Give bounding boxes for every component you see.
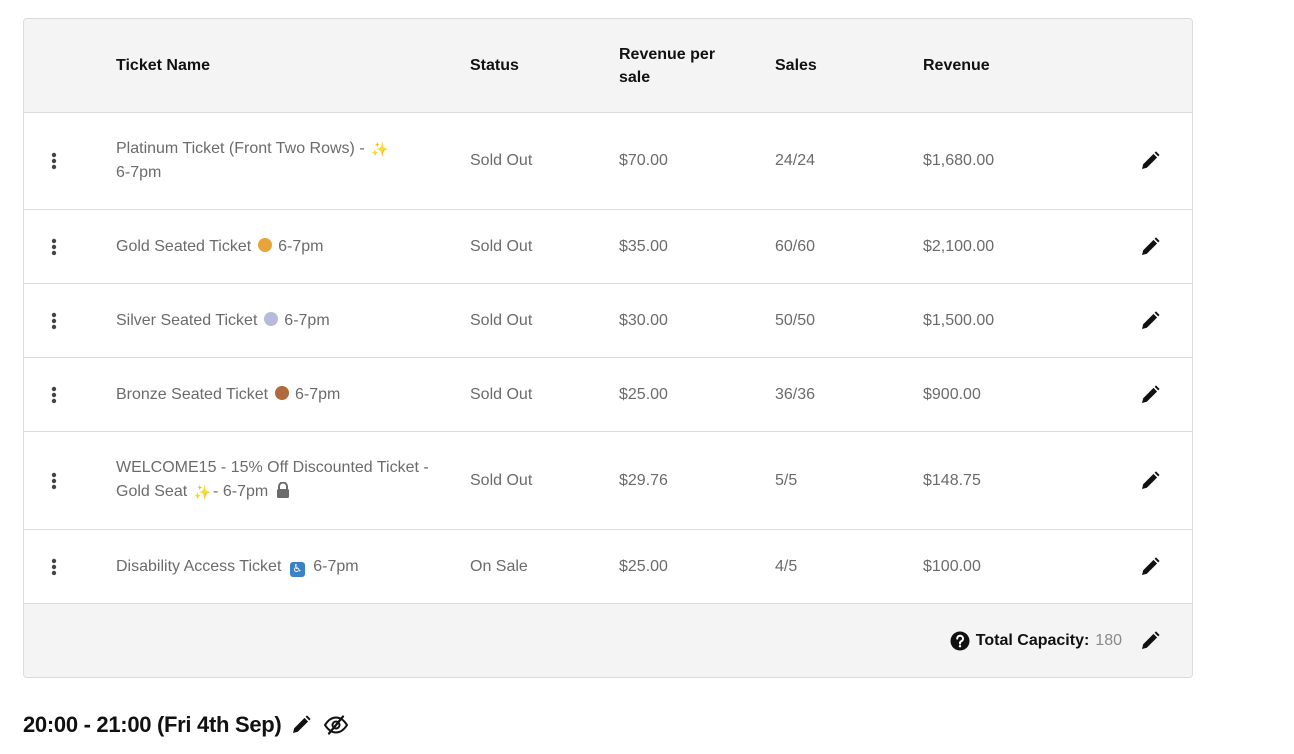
ticket-revenue-per-sale: $35.00: [619, 237, 668, 255]
ticket-revenue-per-sale: $30.00: [619, 311, 668, 329]
total-capacity-label: Total Capacity:: [975, 631, 1090, 649]
drag-handle-icon[interactable]: [46, 432, 62, 529]
ticket-name: Disability Access Ticket ♿ 6-7pm: [116, 530, 446, 603]
ticket-revenue-per-sale: $25.00: [619, 385, 668, 403]
ticket-status: Sold Out: [470, 385, 533, 403]
total-capacity-value: 180: [1095, 631, 1122, 649]
ticket-name: Bronze Seated Ticket 6-7pm: [116, 358, 446, 431]
lock-icon: [276, 481, 290, 506]
ticket-name-text: WELCOME15 - 15% Off Discounted Ticket - …: [116, 458, 429, 500]
ticket-status: On Sale: [470, 557, 528, 575]
drag-handle-icon[interactable]: [46, 113, 62, 209]
eye-slash-icon[interactable]: [323, 715, 349, 735]
drag-handle-icon[interactable]: [46, 210, 62, 283]
ticket-revenue-per-sale: $25.00: [619, 557, 668, 575]
table-row: Silver Seated Ticket 6-7pm Sold Out $30.…: [24, 284, 1192, 358]
time-slot-heading: 20:00 - 21:00 (Fri 4th Sep): [23, 712, 349, 738]
ticket-status: Sold Out: [470, 237, 533, 255]
ticket-sales: 36/36: [775, 385, 816, 403]
header-ticket-name: Ticket Name: [116, 57, 210, 74]
edit-ticket-pencil-icon[interactable]: [1138, 530, 1162, 603]
ticket-name-text: Platinum Ticket (Front Two Rows) -: [116, 140, 370, 157]
ticket-revenue: $100.00: [923, 557, 981, 575]
ticket-sales: 60/60: [775, 237, 816, 255]
edit-ticket-pencil-icon[interactable]: [1138, 358, 1162, 431]
edit-slot-pencil-icon[interactable]: [291, 715, 312, 735]
ticket-sales: 24/24: [775, 152, 816, 169]
ticket-name: Gold Seated Ticket 6-7pm: [116, 210, 446, 283]
header-revenue-per-sale: Revenue per sale: [619, 45, 716, 86]
drag-handle-icon[interactable]: [46, 530, 62, 603]
ticket-revenue-per-sale: $70.00: [619, 152, 668, 169]
table-row: Disability Access Ticket ♿ 6-7pm On Sale…: [24, 530, 1192, 604]
header-status: Status: [470, 57, 519, 74]
ticket-sales: 50/50: [775, 311, 816, 329]
gold-medal-icon: [257, 237, 272, 252]
ticket-name-suffix: 6-7pm: [273, 237, 324, 255]
wheelchair-icon: ♿: [289, 561, 305, 577]
total-capacity: Total Capacity: 180: [950, 604, 1122, 677]
ticket-name-text: Silver Seated Ticket: [116, 311, 262, 329]
sparkles-icon: ✨: [371, 141, 389, 157]
ticket-sales: 4/5: [775, 557, 798, 575]
ticket-revenue: $1,500.00: [923, 311, 995, 329]
ticket-name-text: Gold Seated Ticket: [116, 237, 256, 255]
edit-ticket-pencil-icon[interactable]: [1138, 210, 1162, 283]
ticket-name-text: Bronze Seated Ticket: [116, 385, 273, 403]
time-slot-title: 20:00 - 21:00 (Fri 4th Sep): [23, 712, 282, 737]
ticket-revenue: $148.75: [923, 471, 981, 489]
ticket-name-suffix: - 6-7pm: [213, 482, 269, 500]
table-header: Ticket Name Status Revenue per sale Sale…: [24, 19, 1192, 113]
edit-ticket-pencil-icon[interactable]: [1138, 432, 1162, 529]
ticket-revenue: $2,100.00: [923, 237, 995, 255]
ticket-status: Sold Out: [470, 311, 533, 329]
ticket-name: Silver Seated Ticket 6-7pm: [116, 284, 446, 357]
edit-capacity-pencil-icon[interactable]: [1138, 604, 1162, 677]
bronze-medal-icon: [274, 385, 289, 400]
ticket-revenue: $1,680.00: [923, 152, 995, 169]
tickets-table: Ticket Name Status Revenue per sale Sale…: [23, 18, 1193, 678]
sparkles-icon: ✨: [193, 483, 212, 500]
table-row: Platinum Ticket (Front Two Rows) - ✨ 6-7…: [24, 113, 1192, 210]
header-revenue: Revenue: [923, 57, 990, 74]
question-circle-icon[interactable]: [950, 631, 970, 651]
drag-handle-icon[interactable]: [46, 358, 62, 431]
table-footer: Total Capacity: 180: [24, 604, 1192, 677]
table-row: WELCOME15 - 15% Off Discounted Ticket - …: [24, 432, 1192, 530]
ticket-status: Sold Out: [470, 471, 533, 489]
ticket-name-text: Disability Access Ticket: [116, 557, 286, 575]
ticket-name-suffix: 6-7pm: [308, 557, 359, 575]
ticket-name: WELCOME15 - 15% Off Discounted Ticket - …: [116, 432, 446, 529]
ticket-name: Platinum Ticket (Front Two Rows) - ✨ 6-7…: [116, 113, 446, 209]
ticket-sales: 5/5: [775, 471, 798, 489]
ticket-revenue-per-sale: $29.76: [619, 471, 668, 489]
ticket-name-suffix: 6-7pm: [279, 311, 330, 329]
header-sales: Sales: [775, 57, 817, 74]
table-row: Bronze Seated Ticket 6-7pm Sold Out $25.…: [24, 358, 1192, 432]
ticket-name-suffix: 6-7pm: [116, 164, 162, 181]
edit-ticket-pencil-icon[interactable]: [1138, 284, 1162, 357]
edit-ticket-pencil-icon[interactable]: [1138, 113, 1162, 209]
ticket-name-suffix: 6-7pm: [290, 385, 341, 403]
drag-handle-icon[interactable]: [46, 284, 62, 357]
ticket-revenue: $900.00: [923, 385, 981, 403]
silver-medal-icon: [263, 311, 278, 326]
ticket-status: Sold Out: [470, 152, 533, 169]
table-row: Gold Seated Ticket 6-7pm Sold Out $35.00…: [24, 210, 1192, 284]
